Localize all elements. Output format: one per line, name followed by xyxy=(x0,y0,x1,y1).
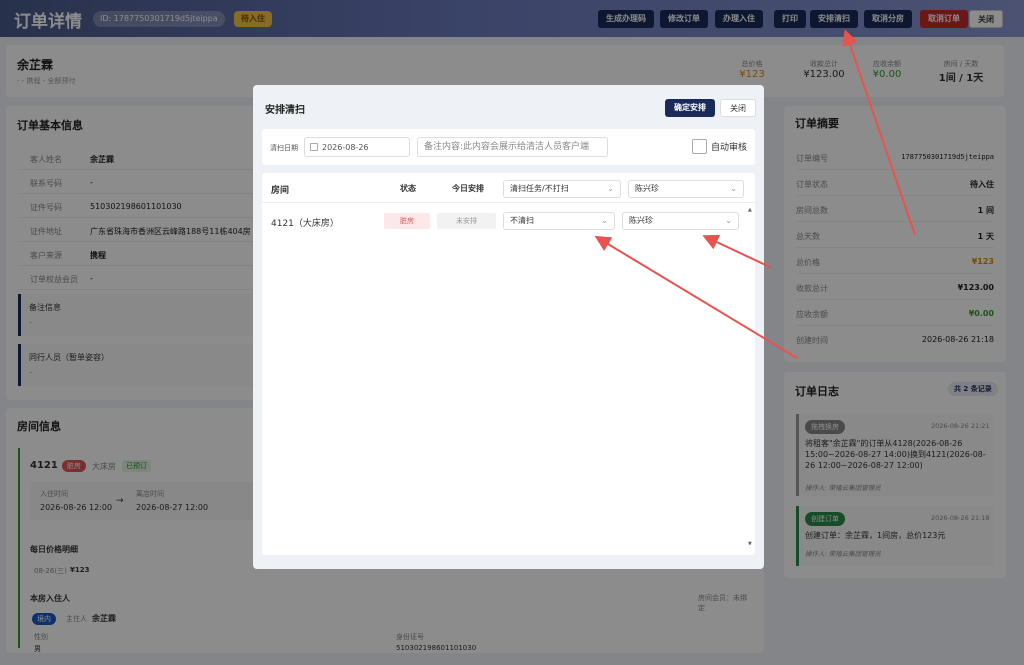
col-room: 房间 xyxy=(271,186,290,196)
calendar-icon xyxy=(310,143,318,151)
chevron-down-icon: ⌄ xyxy=(601,216,608,225)
auto-review-checkbox[interactable] xyxy=(692,139,707,154)
chevron-down-icon: ⌄ xyxy=(607,184,614,193)
cleaning-options-bar: 清扫日期 2026-08-26 备注内容:此内容会展示给清洁人员客户端 自动审核 xyxy=(262,129,755,165)
date-label: 清扫日期 xyxy=(270,144,298,152)
chevron-down-icon: ⌄ xyxy=(730,184,737,193)
chevron-down-icon: ⌄ xyxy=(725,216,732,225)
row-status-badge: 脏房 xyxy=(384,213,430,229)
row-today-badge: 未安排 xyxy=(437,213,496,229)
table-header: 房间 状态 今日安排 清扫任务/不打扫 ⌄ 陈兴珍 ⌄ xyxy=(262,173,755,203)
arrange-cleaning-modal: 安排清扫 确定安排 关闭 清扫日期 2026-08-26 备注内容:此内容会展示… xyxy=(253,85,764,569)
auto-review-label: 自动审核 xyxy=(711,143,748,153)
col-status: 状态 xyxy=(400,184,416,193)
modal-title: 安排清扫 xyxy=(265,105,305,116)
cleaning-note-input[interactable]: 备注内容:此内容会展示给清洁人员客户端 xyxy=(417,137,608,157)
table-row: 4121（大床房） 脏房 未安排 不清扫 ⌄ 陈兴珍 ⌄ xyxy=(262,208,747,236)
cleaning-table: 房间 状态 今日安排 清扫任务/不打扫 ⌄ 陈兴珍 ⌄ 4121（大床房） 脏房 未… xyxy=(262,173,755,555)
row-task-select[interactable]: 不清扫 ⌄ xyxy=(503,212,615,230)
bulk-person-select[interactable]: 陈兴珍 ⌄ xyxy=(628,180,744,198)
modal-close-button[interactable]: 关闭 xyxy=(720,99,756,117)
confirm-arrange-button[interactable]: 确定安排 xyxy=(665,99,715,117)
table-scrollbar[interactable]: ▲ ▼ xyxy=(748,207,752,547)
bulk-task-select[interactable]: 清扫任务/不打扫 ⌄ xyxy=(503,180,621,198)
row-person-select[interactable]: 陈兴珍 ⌄ xyxy=(622,212,739,230)
col-today: 今日安排 xyxy=(452,184,484,193)
cleaning-date-input[interactable]: 2026-08-26 xyxy=(304,137,410,157)
row-room: 4121（大床房） xyxy=(271,219,339,229)
